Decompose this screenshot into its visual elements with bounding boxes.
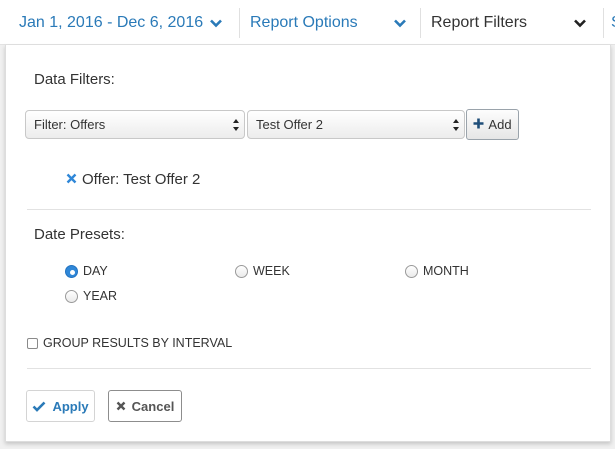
section-divider	[27, 209, 591, 210]
date-range-label: Jan 1, 2016 - Dec 6, 2016	[19, 13, 204, 31]
radio-empty-icon	[235, 264, 248, 278]
preset-radio-year[interactable]: YEAR	[65, 289, 117, 303]
group-by-interval-checkbox[interactable]: GROUP RESULTS BY INTERVAL	[27, 336, 232, 350]
close-icon	[116, 401, 126, 411]
toolbar-more-label: S	[611, 14, 615, 32]
select-arrows-icon	[232, 117, 240, 133]
chevron-down-icon	[393, 16, 407, 30]
report-filters-panel: Data Filters: Filter: Offers Test Offer …	[5, 45, 611, 442]
preset-radio-month[interactable]: MONTH	[405, 264, 469, 278]
filter-value: Test Offer 2	[256, 117, 323, 132]
check-icon	[33, 401, 46, 412]
chevron-down-icon	[209, 16, 223, 30]
apply-label: Apply	[52, 398, 89, 414]
filter-value-select[interactable]: Test Offer 2	[247, 110, 465, 139]
date-range-dropdown[interactable]: Jan 1, 2016 - Dec 6, 2016	[19, 0, 239, 45]
toolbar-divider	[239, 8, 240, 38]
chevron-down-icon	[573, 16, 587, 30]
apply-button[interactable]: Apply	[26, 390, 95, 422]
active-filter-chip: Offer: Test Offer 2	[66, 171, 200, 188]
cancel-button[interactable]: Cancel	[108, 390, 182, 422]
preset-label: WEEK	[253, 264, 290, 278]
filter-type-value: Filter: Offers	[34, 117, 106, 132]
radio-selected-icon	[65, 264, 78, 278]
toolbar-divider	[420, 8, 421, 38]
report-filters-dropdown[interactable]: Report Filters	[431, 0, 601, 45]
data-filters-heading: Data Filters:	[34, 71, 115, 88]
report-options-label: Report Options	[250, 13, 358, 31]
cancel-label: Cancel	[131, 398, 175, 414]
remove-filter-icon[interactable]	[66, 171, 77, 188]
filter-type-select[interactable]: Filter: Offers	[25, 110, 245, 139]
add-filter-button[interactable]: Add	[466, 109, 519, 140]
radio-empty-icon	[65, 289, 78, 303]
report-toolbar: Jan 1, 2016 - Dec 6, 2016 Report Options…	[0, 0, 615, 45]
radio-empty-icon	[405, 264, 418, 278]
report-options-dropdown[interactable]: Report Options	[250, 0, 420, 45]
preset-radio-day[interactable]: DAY	[65, 264, 108, 278]
date-presets-heading: Date Presets:	[34, 226, 125, 243]
group-by-interval-label: GROUP RESULTS BY INTERVAL	[43, 336, 233, 350]
preset-label: DAY	[83, 264, 108, 278]
plus-icon	[473, 117, 484, 132]
add-filter-label: Add	[488, 117, 512, 132]
section-divider	[27, 368, 591, 369]
report-filters-label: Report Filters	[431, 13, 528, 31]
toolbar-more-item[interactable]: S	[611, 0, 615, 45]
active-filter-label: Offer: Test Offer 2	[82, 171, 201, 188]
checkbox-unchecked-icon	[27, 337, 38, 349]
preset-radio-week[interactable]: WEEK	[235, 264, 290, 278]
toolbar-divider	[603, 8, 604, 38]
select-arrows-icon	[452, 117, 460, 133]
preset-label: YEAR	[83, 289, 118, 303]
preset-label: MONTH	[423, 264, 469, 278]
